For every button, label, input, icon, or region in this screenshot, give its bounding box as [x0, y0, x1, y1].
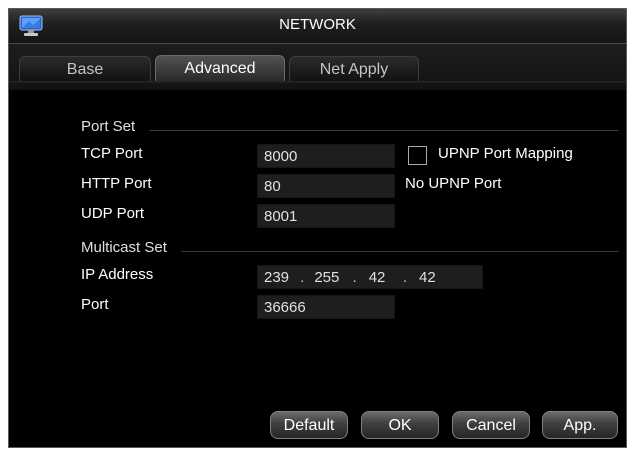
- section-multicast-set: Multicast Set: [81, 239, 167, 256]
- multicast-port-input[interactable]: 36666: [257, 295, 395, 319]
- tab-net-apply[interactable]: Net Apply: [289, 56, 419, 82]
- cancel-button[interactable]: Cancel: [452, 411, 530, 439]
- window-title: NETWORK: [279, 16, 356, 33]
- tcp-port-label: TCP Port: [81, 145, 143, 162]
- http-port-input[interactable]: 80: [257, 174, 395, 198]
- section-port-set: Port Set: [81, 118, 136, 135]
- upnp-checkbox[interactable]: [408, 146, 427, 165]
- ip-address-label: IP Address: [81, 266, 154, 283]
- udp-port-input[interactable]: 8001: [257, 204, 395, 228]
- multicast-port-label: Port: [81, 296, 109, 313]
- upnp-status-text: No UPNP Port: [405, 175, 502, 192]
- ip-separator: .: [352, 269, 357, 286]
- section-divider: [181, 251, 619, 252]
- ip-octet[interactable]: 239: [264, 266, 296, 290]
- ip-octet[interactable]: 42: [419, 266, 449, 290]
- ok-button[interactable]: OK: [361, 411, 439, 439]
- http-port-label: HTTP Port: [81, 175, 152, 192]
- ip-separator: .: [402, 269, 408, 286]
- tab-divider: [9, 81, 626, 83]
- ip-octet[interactable]: 42: [369, 266, 399, 290]
- tcp-port-input[interactable]: 8000: [257, 144, 395, 168]
- ip-separator: .: [300, 269, 305, 286]
- udp-port-label: UDP Port: [81, 205, 145, 222]
- apply-button[interactable]: App.: [542, 411, 618, 439]
- ip-address-input[interactable]: 239 . 255 . 42 . 42: [257, 265, 483, 289]
- upnp-checkbox-label: UPNP Port Mapping: [438, 145, 573, 162]
- ip-octet[interactable]: 255: [314, 266, 348, 290]
- default-button[interactable]: Default: [270, 411, 348, 439]
- tab-base[interactable]: Base: [19, 56, 151, 82]
- section-divider: [149, 130, 619, 131]
- network-dialog: NETWORK Base Advanced Net Apply Port Set…: [8, 8, 627, 448]
- title-bar: NETWORK: [9, 9, 626, 44]
- tab-advanced[interactable]: Advanced: [155, 55, 285, 83]
